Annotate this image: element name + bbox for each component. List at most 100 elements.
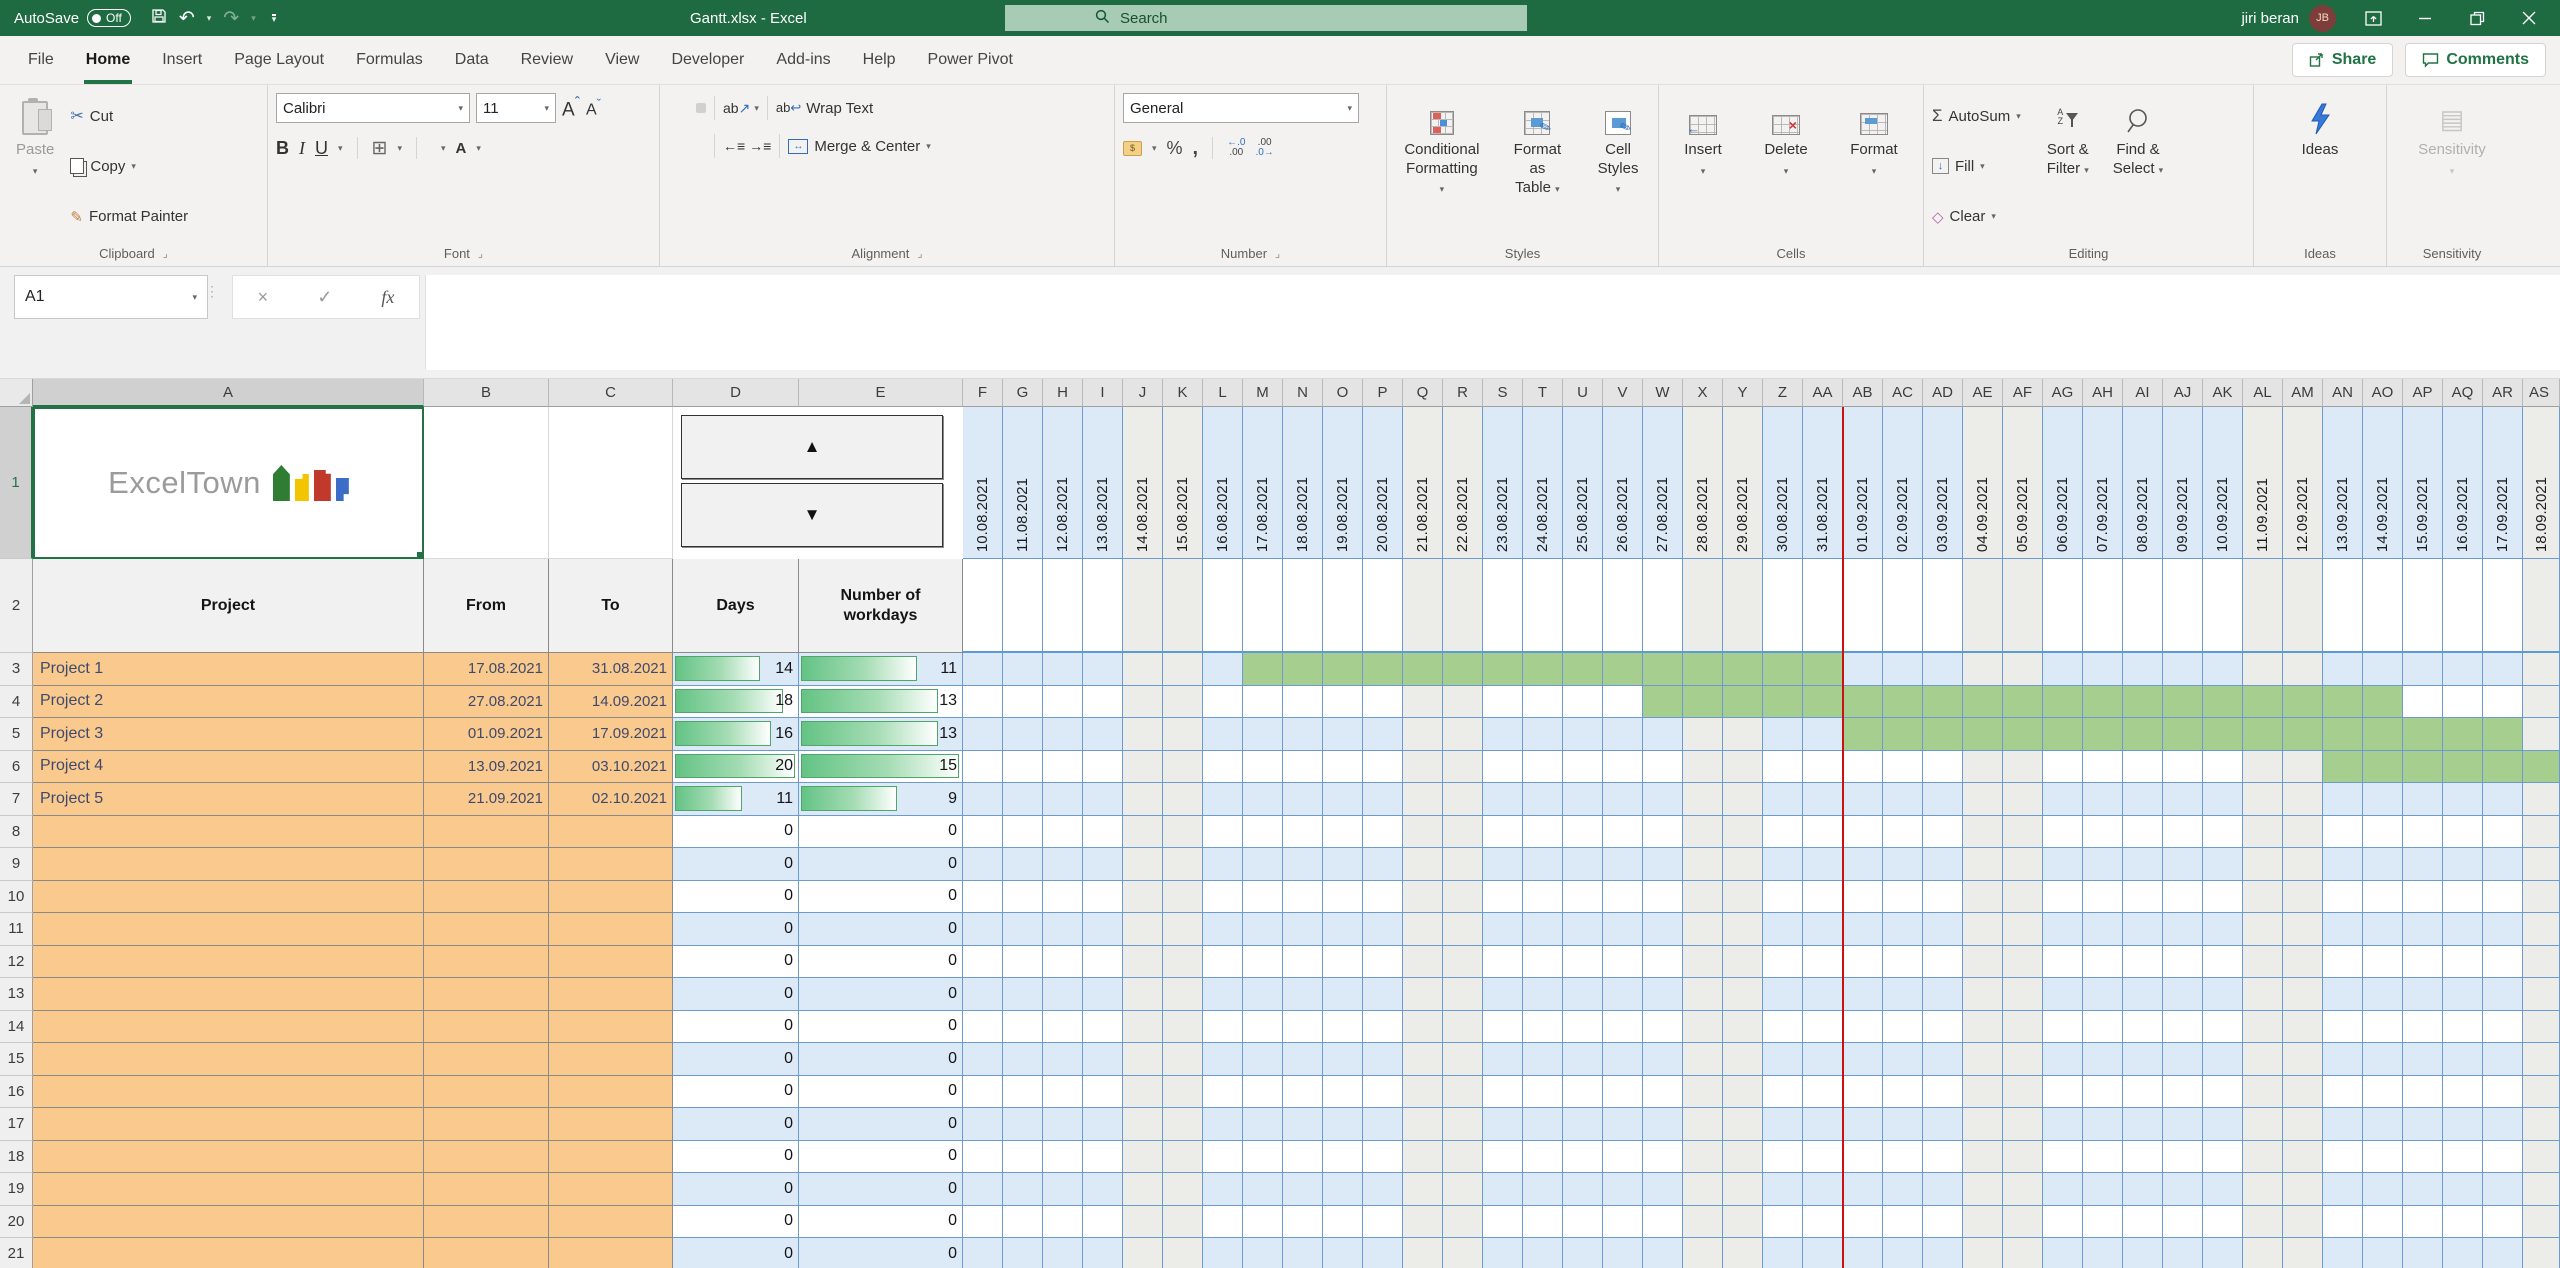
project-name-cell[interactable]: Project 3 <box>33 718 424 751</box>
project-name-cell[interactable] <box>33 1205 424 1238</box>
gantt-cell[interactable] <box>1163 1010 1203 1043</box>
gantt-cell[interactable] <box>2243 1173 2283 1206</box>
gantt-cell[interactable] <box>1603 815 1643 848</box>
column-header-P[interactable]: P <box>1363 379 1403 407</box>
insert-cells-button[interactable]: ← Insert ▾ <box>1676 93 1730 240</box>
gantt-cell[interactable] <box>1523 718 1563 751</box>
conditional-formatting-button[interactable]: Conditional Formatting ▾ <box>1395 93 1489 240</box>
gantt-cell[interactable] <box>1323 1205 1363 1238</box>
gantt-cell[interactable] <box>1043 1108 1083 1141</box>
gantt-cell[interactable] <box>2363 1108 2403 1141</box>
gantt-cell[interactable] <box>2243 1108 2283 1141</box>
gantt-cell[interactable] <box>2363 1140 2403 1173</box>
gantt-cell[interactable] <box>2163 1075 2203 1108</box>
column-header-L[interactable]: L <box>1203 379 1243 407</box>
gantt-cell[interactable] <box>2203 1238 2243 1268</box>
column-header-AP[interactable]: AP <box>2403 379 2443 407</box>
workdays-cell[interactable]: 11 <box>799 653 963 686</box>
gantt-cell[interactable] <box>2283 1043 2323 1076</box>
gantt-cell[interactable] <box>1243 718 1283 751</box>
gantt-cell[interactable] <box>2483 718 2523 751</box>
gantt-cell[interactable] <box>1403 750 1443 783</box>
gantt-cell[interactable] <box>1523 1238 1563 1268</box>
gantt-header-gap-cell[interactable] <box>1443 559 1483 653</box>
gantt-cell[interactable] <box>2043 1075 2083 1108</box>
gantt-cell[interactable] <box>1523 913 1563 946</box>
gantt-cell[interactable] <box>1643 848 1683 881</box>
gantt-cell[interactable] <box>2043 653 2083 686</box>
row-header-10[interactable]: 10 <box>0 880 33 913</box>
date-header-cell[interactable]: 15.08.2021 <box>1163 407 1203 559</box>
gantt-cell[interactable] <box>1243 815 1283 848</box>
gantt-cell[interactable] <box>1883 783 1923 816</box>
gantt-cell[interactable] <box>1203 815 1243 848</box>
gantt-cell[interactable] <box>1803 815 1843 848</box>
workdays-cell[interactable]: 0 <box>799 815 963 848</box>
gantt-cell[interactable] <box>963 653 1003 686</box>
days-cell[interactable]: 11 <box>673 783 799 816</box>
name-box[interactable]: A1 ▾ <box>14 275 208 319</box>
gantt-cell[interactable] <box>1563 1010 1603 1043</box>
gantt-cell[interactable] <box>1963 685 2003 718</box>
align-bottom-button[interactable] <box>696 103 706 113</box>
gantt-cell[interactable] <box>1163 1238 1203 1268</box>
gantt-cell[interactable] <box>2163 913 2203 946</box>
gantt-cell[interactable] <box>1643 1173 1683 1206</box>
gantt-cell[interactable] <box>2483 1205 2523 1238</box>
gantt-cell[interactable] <box>1443 653 1483 686</box>
gantt-cell[interactable] <box>2043 685 2083 718</box>
gantt-cell[interactable] <box>1363 945 1403 978</box>
gantt-cell[interactable] <box>1803 1173 1843 1206</box>
gantt-cell[interactable] <box>2363 1173 2403 1206</box>
align-middle-button[interactable] <box>682 103 692 113</box>
gantt-cell[interactable] <box>1163 815 1203 848</box>
gantt-cell[interactable] <box>1363 685 1403 718</box>
gantt-cell[interactable] <box>1283 750 1323 783</box>
gantt-cell[interactable] <box>1723 1205 1763 1238</box>
gantt-cell[interactable] <box>1243 1108 1283 1141</box>
days-cell[interactable]: 0 <box>673 1108 799 1141</box>
undo-button[interactable]: ↶ <box>179 7 195 30</box>
increase-indent-button[interactable]: →≡ <box>749 138 771 154</box>
days-cell[interactable]: 0 <box>673 815 799 848</box>
copy-dropdown-icon[interactable]: ▾ <box>131 161 136 172</box>
project-name-cell[interactable] <box>33 815 424 848</box>
gantt-cell[interactable] <box>1883 1205 1923 1238</box>
gantt-cell[interactable] <box>2123 1010 2163 1043</box>
gantt-cell[interactable] <box>963 1205 1003 1238</box>
gantt-cell[interactable] <box>1923 1140 1963 1173</box>
gantt-cell[interactable] <box>2203 1043 2243 1076</box>
gantt-cell[interactable] <box>1843 718 1883 751</box>
gantt-cell[interactable] <box>1443 718 1483 751</box>
gantt-cell[interactable] <box>2003 685 2043 718</box>
gantt-cell[interactable] <box>2163 783 2203 816</box>
gantt-cell[interactable] <box>2163 815 2203 848</box>
sort-filter-button[interactable]: AZ Sort & Filter ▾ <box>2039 93 2097 240</box>
gantt-cell[interactable] <box>1763 1238 1803 1268</box>
gantt-cell[interactable] <box>2363 653 2403 686</box>
tab-view[interactable]: View <box>591 36 653 84</box>
gantt-cell[interactable] <box>1363 1173 1403 1206</box>
gantt-cell[interactable] <box>1363 1108 1403 1141</box>
gantt-cell[interactable] <box>1723 718 1763 751</box>
gantt-header-gap-cell[interactable] <box>1003 559 1043 653</box>
project-name-cell[interactable] <box>33 945 424 978</box>
gantt-cell[interactable] <box>2003 1075 2043 1108</box>
align-right-button[interactable] <box>696 141 706 151</box>
gantt-cell[interactable] <box>1443 1010 1483 1043</box>
gantt-cell[interactable] <box>2283 685 2323 718</box>
gantt-cell[interactable] <box>1083 1075 1123 1108</box>
gantt-cell[interactable] <box>1803 653 1843 686</box>
gantt-cell[interactable] <box>1523 978 1563 1011</box>
date-header-cell[interactable]: 19.08.2021 <box>1323 407 1363 559</box>
gantt-cell[interactable] <box>2323 880 2363 913</box>
gantt-cell[interactable] <box>1963 880 2003 913</box>
gantt-cell[interactable] <box>2123 913 2163 946</box>
gantt-cell[interactable] <box>1763 1205 1803 1238</box>
gantt-cell[interactable] <box>2283 880 2323 913</box>
gantt-cell[interactable] <box>1363 848 1403 881</box>
merge-dropdown-icon[interactable]: ▾ <box>926 141 931 152</box>
project-from-cell[interactable] <box>424 1010 549 1043</box>
gantt-cell[interactable] <box>1283 945 1323 978</box>
gantt-cell[interactable] <box>2163 848 2203 881</box>
